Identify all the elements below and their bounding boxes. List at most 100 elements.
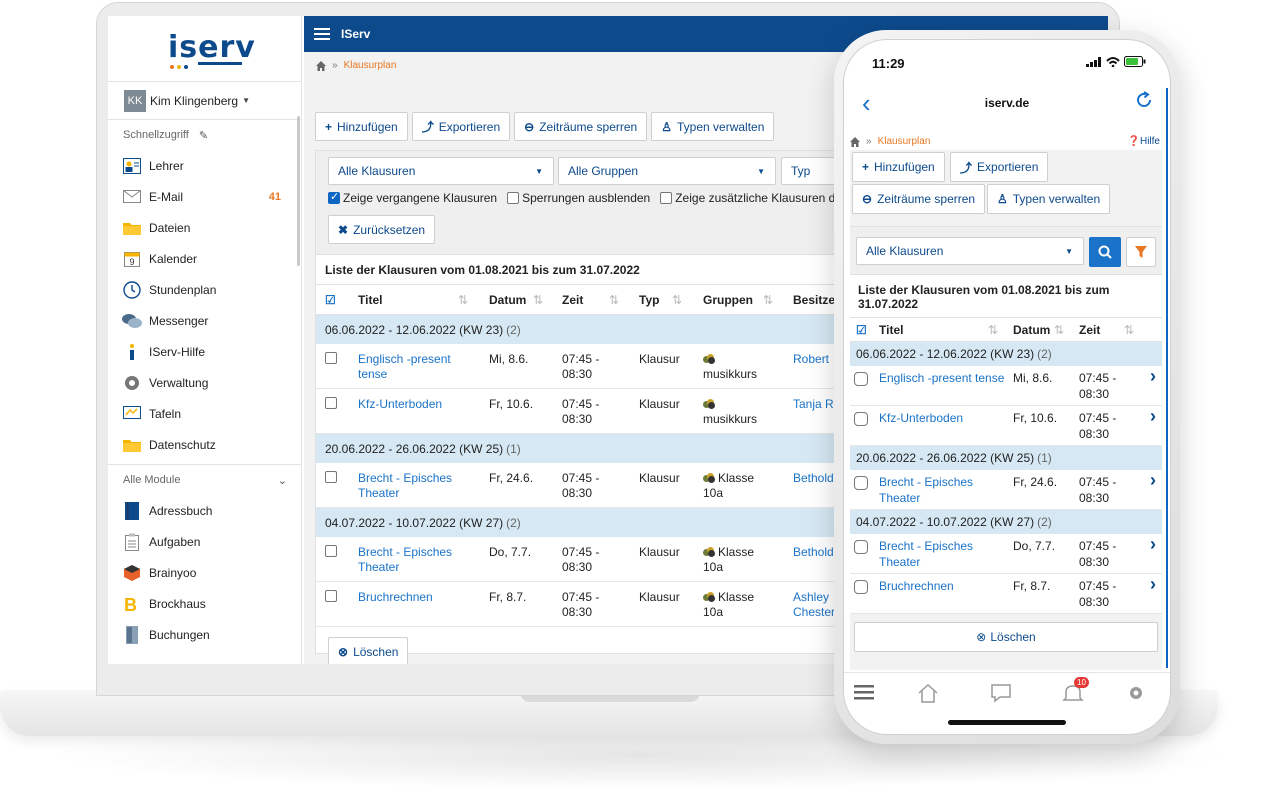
sidebar-item-buchungen[interactable]: Buchungen bbox=[108, 619, 301, 650]
sort-icon[interactable]: ⇅ bbox=[533, 293, 543, 307]
hide-locks-checkbox[interactable]: Sperrungen ausblenden bbox=[507, 191, 650, 205]
row-checkbox[interactable] bbox=[325, 352, 337, 364]
sort-icon[interactable]: ⇅ bbox=[763, 293, 773, 307]
sort-icon[interactable]: ⇅ bbox=[1054, 323, 1064, 337]
exam-title-link[interactable]: Kfz-Unterboden bbox=[358, 397, 442, 412]
show-additional-checkbox[interactable]: Zeige zusätzliche Klausuren der Gr bbox=[660, 191, 863, 205]
export-button[interactable]: ⤴ Exportieren bbox=[950, 152, 1049, 182]
breadcrumb-current[interactable]: Klausurplan bbox=[878, 136, 931, 147]
column-groups[interactable]: Gruppen bbox=[703, 293, 753, 307]
messenger-icon[interactable] bbox=[990, 683, 1012, 703]
exam-title-link[interactable]: Bruchrechnen bbox=[358, 590, 433, 605]
sidebar-item-e-mail[interactable]: E-Mail 41 bbox=[108, 181, 301, 212]
sidebar-item-iserv-hilfe[interactable]: IServ-Hilfe bbox=[108, 336, 301, 367]
delete-button[interactable]: ⊗ Löschen bbox=[328, 637, 409, 664]
sidebar-item-adressbuch[interactable]: Adressbuch bbox=[108, 495, 301, 526]
chevron-right-icon[interactable]: › bbox=[1150, 366, 1156, 387]
exam-title-link[interactable]: Englisch -present tense bbox=[358, 352, 451, 382]
sidebar-item-stundenplan[interactable]: Stundenplan bbox=[108, 274, 301, 305]
row-checkbox[interactable] bbox=[854, 580, 868, 594]
gear-icon[interactable] bbox=[1126, 683, 1146, 703]
exam-title-link[interactable]: Kfz-Unterboden bbox=[879, 410, 963, 426]
table-row[interactable]: Brecht - Episches Theater Fr, 24.6. 07:45 -… bbox=[850, 470, 1162, 510]
table-row[interactable]: Bruchrechnen Fr, 8.7. 07:45 - 08:30 › bbox=[850, 574, 1162, 614]
export-button[interactable]: ⤴ Exportieren bbox=[411, 112, 511, 141]
exam-title-link[interactable]: Brecht - Episches Theater bbox=[358, 545, 452, 575]
row-checkbox[interactable] bbox=[325, 590, 337, 602]
exam-title-link[interactable]: Brecht - Episches Theater bbox=[879, 538, 973, 570]
sort-icon[interactable]: ⇅ bbox=[458, 293, 468, 307]
column-title[interactable]: Titel bbox=[358, 293, 382, 307]
sidebar-item-brainyoo[interactable]: Brainyoo bbox=[108, 557, 301, 588]
breadcrumb-current[interactable]: Klausurplan bbox=[344, 60, 397, 71]
lock-periods-button[interactable]: ⊖ Zeiträume sperren bbox=[514, 112, 648, 141]
sidebar-item-kalender[interactable]: 9 Kalender bbox=[108, 243, 301, 274]
user-menu[interactable]: KK Kim Klingenberg ▼ bbox=[108, 82, 301, 120]
notifications-button[interactable]: 10 bbox=[1062, 677, 1089, 706]
all-modules-header[interactable]: Alle Module ⌄ bbox=[108, 465, 301, 495]
table-row[interactable]: Brecht - Episches Theater Do, 7.7. 07:45 -0… bbox=[850, 534, 1162, 574]
chevron-right-icon[interactable]: › bbox=[1150, 470, 1156, 491]
row-checkbox[interactable] bbox=[854, 412, 868, 426]
add-button[interactable]: + Hinzufügen bbox=[315, 112, 408, 141]
exam-owner-link[interactable]: Robert bbox=[793, 352, 829, 367]
sort-icon[interactable]: ⇅ bbox=[988, 323, 998, 337]
menu-icon[interactable] bbox=[854, 683, 874, 701]
sidebar-item-verwaltung[interactable]: Verwaltung bbox=[108, 367, 301, 398]
chevron-down-icon[interactable]: ⌄ bbox=[278, 474, 287, 487]
column-owner[interactable]: Besitze bbox=[793, 293, 835, 307]
column-date[interactable]: Datum bbox=[489, 293, 526, 307]
checkbox[interactable] bbox=[660, 192, 673, 204]
sidebar-item-aufgaben[interactable]: Aufgaben bbox=[108, 526, 301, 557]
reset-button[interactable]: ✖ Zurücksetzen bbox=[328, 215, 436, 244]
row-checkbox[interactable] bbox=[325, 397, 337, 409]
row-checkbox[interactable] bbox=[854, 372, 868, 386]
column-time[interactable]: Zeit bbox=[1079, 323, 1100, 337]
exam-title-link[interactable]: Englisch -present tense bbox=[879, 370, 1004, 386]
exam-owner-link[interactable]: Bethold bbox=[793, 471, 834, 486]
row-checkbox[interactable] bbox=[854, 540, 868, 554]
row-checkbox[interactable] bbox=[325, 471, 337, 483]
table-row[interactable]: Englisch -present tense Mi, 8.6. 07:45 - 08… bbox=[850, 366, 1162, 406]
table-row[interactable]: Kfz-Unterboden Fr, 10.6. 07:45 - 08:30 › bbox=[850, 406, 1162, 446]
sort-icon[interactable]: ⇅ bbox=[1124, 323, 1134, 337]
chevron-right-icon[interactable]: › bbox=[1150, 406, 1156, 427]
hamburger-icon[interactable] bbox=[314, 25, 330, 43]
iserv-logo[interactable]: iserv bbox=[108, 16, 301, 82]
select-all-icon[interactable]: ☑ bbox=[325, 293, 336, 307]
manage-types-button[interactable]: ♙ Typen verwalten bbox=[651, 112, 775, 141]
home-icon[interactable] bbox=[917, 683, 939, 703]
pencil-icon[interactable]: ✎ bbox=[199, 129, 208, 142]
exam-owner-link[interactable]: Tanja R bbox=[793, 397, 834, 412]
exam-filter-select[interactable]: Alle Klausuren ▼ bbox=[856, 237, 1084, 265]
sidebar-item-tafeln[interactable]: Tafeln bbox=[108, 398, 301, 429]
row-checkbox[interactable] bbox=[325, 545, 337, 557]
lock-periods-button[interactable]: ⊖ Zeiträume sperren bbox=[852, 184, 986, 214]
exam-title-link[interactable]: Bruchrechnen bbox=[879, 578, 954, 594]
exam-filter-select[interactable]: Alle Klausuren ▼ bbox=[328, 157, 554, 185]
column-title[interactable]: Titel bbox=[879, 323, 903, 337]
show-past-checkbox[interactable]: Zeige vergangene Klausuren bbox=[328, 190, 497, 205]
add-button[interactable]: + Hinzufügen bbox=[852, 152, 945, 182]
column-type[interactable]: Typ bbox=[639, 293, 659, 307]
group-filter-select[interactable]: Alle Gruppen ▼ bbox=[558, 157, 776, 185]
sidebar-item-lehrer[interactable]: Lehrer bbox=[108, 150, 301, 181]
type-filter-select[interactable]: Typ bbox=[781, 157, 841, 185]
home-icon[interactable] bbox=[316, 60, 326, 71]
sidebar-item-messenger[interactable]: Messenger bbox=[108, 305, 301, 336]
delete-button[interactable]: ⊗ Löschen bbox=[854, 622, 1158, 652]
select-all-icon[interactable]: ☑ bbox=[856, 323, 867, 337]
column-time[interactable]: Zeit bbox=[562, 293, 583, 307]
exam-owner-link[interactable]: Ashley Chester bbox=[793, 590, 835, 620]
sidebar-item-brockhaus[interactable]: B Brockhaus bbox=[108, 588, 301, 619]
home-icon[interactable] bbox=[850, 136, 860, 147]
checkbox[interactable] bbox=[328, 190, 340, 204]
help-link[interactable]: ❓Hilfe bbox=[1128, 136, 1160, 147]
sidebar-item-dateien[interactable]: Dateien bbox=[108, 212, 301, 243]
exam-title-link[interactable]: Brecht - Episches Theater bbox=[879, 474, 973, 506]
chevron-right-icon[interactable]: › bbox=[1150, 574, 1156, 595]
sort-icon[interactable]: ⇅ bbox=[609, 293, 619, 307]
search-button[interactable] bbox=[1089, 237, 1121, 267]
exam-title-link[interactable]: Brecht - Episches Theater bbox=[358, 471, 452, 501]
exam-owner-link[interactable]: Bethold bbox=[793, 545, 834, 560]
